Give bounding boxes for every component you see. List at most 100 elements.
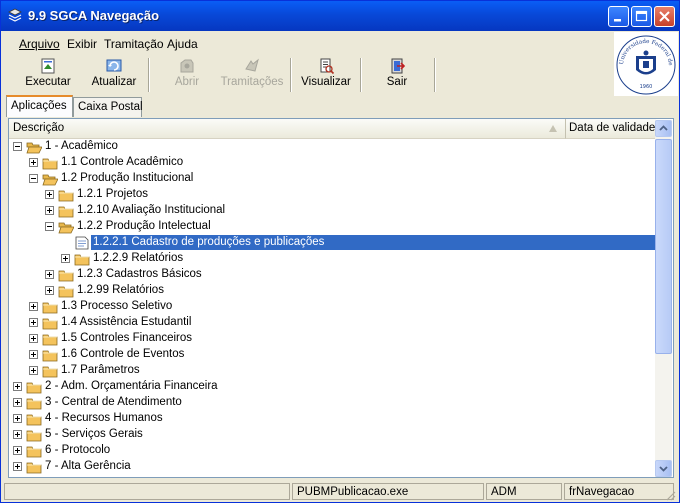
sair-button[interactable]: Sair: [376, 57, 418, 93]
toolbar-separator: [290, 58, 292, 92]
maximize-icon: [635, 10, 648, 22]
abrir-button[interactable]: Abrir: [162, 57, 212, 93]
tree-node[interactable]: 1 - Acadêmico: [9, 139, 655, 155]
window-title: 9.9 SGCA Navegação: [28, 8, 160, 23]
close-button[interactable]: [654, 6, 675, 27]
expand-icon[interactable]: [13, 382, 22, 391]
expand-icon[interactable]: [29, 334, 38, 343]
expand-icon[interactable]: [13, 430, 22, 439]
expand-icon[interactable]: [29, 302, 38, 311]
scroll-down-button[interactable]: [655, 460, 672, 477]
tree-node-label: 1.2.99 Relatórios: [77, 284, 164, 296]
tree-node[interactable]: 1.7 Parâmetros: [9, 363, 655, 379]
expand-icon[interactable]: [13, 462, 22, 471]
resize-grip-icon[interactable]: [664, 489, 676, 501]
folder-icon: [42, 318, 58, 330]
scroll-thumb[interactable]: [655, 139, 672, 354]
atualizar-icon: [106, 59, 122, 72]
title-bar[interactable]: 9.9 SGCA Navegação: [1, 1, 679, 31]
visualizar-button[interactable]: Visualizar: [296, 57, 356, 93]
tree-node-label: 1.5 Controles Financeiros: [61, 332, 193, 344]
tree-node[interactable]: 1.4 Assistência Estudantil: [9, 315, 655, 331]
column-header-validade[interactable]: Data de validade: [565, 119, 656, 139]
expand-icon[interactable]: [13, 414, 22, 423]
expand-icon[interactable]: [29, 158, 38, 167]
expand-icon[interactable]: [29, 366, 38, 375]
folder-icon: [58, 190, 74, 202]
tree-node[interactable]: 1.6 Controle de Eventos: [9, 347, 655, 363]
expand-icon[interactable]: [13, 446, 22, 455]
toolbar-separator: [360, 58, 362, 92]
executar-button[interactable]: Executar: [16, 57, 80, 93]
collapse-icon[interactable]: [29, 174, 38, 183]
expand-icon[interactable]: [61, 254, 70, 263]
tree-node-label: 1.2.2.9 Relatórios: [93, 252, 184, 264]
tree-node[interactable]: 1.2.2 Produção Intelectual: [9, 219, 655, 235]
expand-icon[interactable]: [45, 270, 54, 279]
tree-node[interactable]: 5 - Serviços Gerais: [9, 427, 655, 443]
folder-open-icon: [26, 142, 42, 154]
expand-icon[interactable]: [45, 190, 54, 199]
tree-node-label: 6 - Protocolo: [45, 444, 111, 456]
menu-arquivo[interactable]: Arquivo: [19, 37, 60, 51]
menu-ajuda[interactable]: Ajuda: [167, 37, 198, 51]
tree-node[interactable]: 1.3 Processo Seletivo: [9, 299, 655, 315]
tree-node[interactable]: 1.2.1 Projetos: [9, 187, 655, 203]
scroll-up-button[interactable]: [655, 120, 672, 137]
menu-exibir[interactable]: Exibir: [67, 37, 97, 51]
tree-node[interactable]: 1.5 Controles Financeiros: [9, 331, 655, 347]
tree-node[interactable]: 1.2.3 Cadastros Básicos: [9, 267, 655, 283]
tree-node-label: 1.2.2 Produção Intelectual: [77, 220, 211, 232]
expand-icon[interactable]: [13, 398, 22, 407]
folder-icon: [42, 158, 58, 170]
column-validade-label: Data de validade: [569, 122, 656, 134]
tab-aplicacoes[interactable]: Aplicações: [6, 95, 73, 117]
collapse-icon[interactable]: [45, 222, 54, 231]
menu-tramitacao[interactable]: Tramitação: [104, 37, 164, 51]
tree-node-label: 5 - Serviços Gerais: [45, 428, 143, 440]
tree-node[interactable]: 4 - Recursos Humanos: [9, 411, 655, 427]
expand-icon[interactable]: [45, 206, 54, 215]
tab-caixa-postal[interactable]: Caixa Postal: [73, 97, 143, 117]
tree-node[interactable]: 2 - Adm. Orçamentária Financeira: [9, 379, 655, 395]
tree-node[interactable]: 1.2 Produção Institucional: [9, 171, 655, 187]
minimize-icon: [614, 19, 621, 22]
university-seal-logo: Universidade Federal de Santa Maria 1960: [611, 28, 678, 96]
tree-list-panel: Descrição Data de validade 1 - Acadêmico…: [8, 118, 674, 478]
scroll-up-icon: [659, 125, 668, 131]
tramitacoes-button[interactable]: Tramitações: [218, 57, 286, 93]
expand-icon[interactable]: [45, 286, 54, 295]
tree-node[interactable]: 3 - Central de Atendimento: [9, 395, 655, 411]
tree-node[interactable]: 1.2.10 Avaliação Institucional: [9, 203, 655, 219]
column-header-descricao[interactable]: Descrição: [9, 119, 565, 139]
tree-node[interactable]: 7 - Alta Gerência: [9, 459, 655, 475]
app-icon[interactable]: [7, 8, 23, 24]
menu-exibir-label: Exibir: [67, 37, 98, 51]
folder-icon: [26, 414, 42, 426]
tree-node[interactable]: 6 - Protocolo: [9, 443, 655, 459]
column-descricao-label: Descrição: [13, 122, 65, 134]
atualizar-button[interactable]: Atualizar: [84, 57, 144, 93]
tree-node-label: 3 - Central de Atendimento: [45, 396, 182, 408]
folder-icon: [42, 350, 58, 362]
minimize-button[interactable]: [608, 6, 629, 27]
tree-node[interactable]: 1.1 Controle Acadêmico: [9, 155, 655, 171]
tree-node-label: 2 - Adm. Orçamentária Financeira: [45, 380, 218, 392]
expand-icon[interactable]: [29, 318, 38, 327]
collapse-icon[interactable]: [13, 142, 22, 151]
status-form: frNavegacao: [564, 483, 674, 500]
expand-icon[interactable]: [29, 350, 38, 359]
folder-icon: [58, 286, 74, 298]
maximize-button[interactable]: [631, 6, 652, 27]
tree-node-selected[interactable]: 1.2.2.1 Cadastro de produções e publicaç…: [9, 235, 655, 251]
tree-view: 1 - Acadêmico 1.1 Controle Acadêmico 1.2 P…: [9, 139, 655, 477]
tree-node-label: 4 - Recursos Humanos: [45, 412, 163, 424]
menu-bar: Arquivo Exibir Tramitação Ajuda: [4, 34, 609, 54]
abrir-label: Abrir: [174, 76, 200, 88]
tree-node-label: 1 - Acadêmico: [45, 140, 118, 152]
tree-node[interactable]: 1.2.99 Relatórios: [9, 283, 655, 299]
menu-tramitacao-label: Tramitação: [104, 37, 164, 51]
vertical-scrollbar[interactable]: [655, 120, 672, 477]
toolbar-separator: [434, 58, 436, 92]
tree-node[interactable]: 1.2.2.9 Relatórios: [9, 251, 655, 267]
